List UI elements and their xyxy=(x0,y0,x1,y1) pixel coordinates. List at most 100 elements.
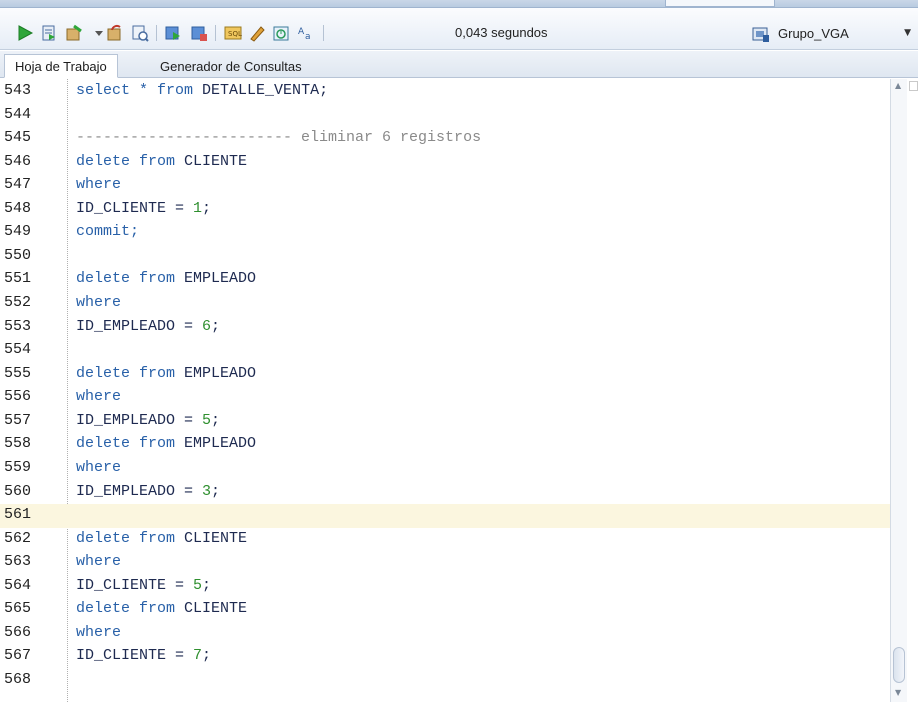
sql-editor[interactable]: 543 select * from DETALLE_VENTA; 544 545 ---… xyxy=(0,79,918,702)
code-token: from xyxy=(139,364,185,382)
code-line[interactable]: 546 delete from CLIENTE xyxy=(0,151,890,175)
dropdown-arrow-icon[interactable] xyxy=(90,24,103,42)
code-line[interactable]: 559 where xyxy=(0,457,890,481)
chevron-down-icon[interactable]: ▼ xyxy=(904,28,911,38)
code-line[interactable]: 556 where xyxy=(0,386,890,410)
scroll-up-arrow-icon[interactable]: ▲ xyxy=(895,81,901,90)
worksheet-toolbar: SQL Aa 0,043 segundos Grupo_VGA ▼ xyxy=(0,8,918,50)
code-line[interactable]: 543 select * from DETALLE_VENTA; xyxy=(0,80,890,104)
code-token: delete xyxy=(76,364,140,382)
line-number: 558 xyxy=(4,435,32,453)
scrollbar-thumb[interactable] xyxy=(893,647,905,683)
code-line[interactable]: 560 ID_EMPLEADO = 3; xyxy=(0,481,890,505)
code-text: delete from CLIENTE xyxy=(76,153,247,170)
code-line[interactable]: 544 xyxy=(0,104,890,128)
code-text: ------------------------ eliminar 6 regi… xyxy=(76,129,481,146)
line-number: 555 xyxy=(4,364,32,382)
explain-plan-icon[interactable] xyxy=(164,24,182,42)
commit-icon[interactable] xyxy=(65,24,83,42)
code-line[interactable]: 548 ID_CLIENTE = 1; xyxy=(0,198,890,222)
code-line[interactable]: 550 xyxy=(0,245,890,269)
code-line[interactable]: 552 where xyxy=(0,292,890,316)
code-token: ; xyxy=(211,482,221,500)
run-statement-icon[interactable] xyxy=(16,24,34,42)
code-line[interactable]: 554 xyxy=(0,339,890,363)
line-number: 560 xyxy=(4,482,32,500)
code-text: delete from EMPLEADO xyxy=(76,270,256,287)
code-line[interactable]: 564 ID_CLIENTE = 5; xyxy=(0,575,890,599)
tab-worksheet[interactable]: Hoja de Trabajo xyxy=(4,54,118,78)
code-token: ; xyxy=(211,411,221,429)
code-line[interactable]: 549 commit; xyxy=(0,221,890,245)
code-token: 5 xyxy=(202,411,212,429)
code-text: delete from EMPLEADO xyxy=(76,435,256,452)
line-number: 565 xyxy=(4,600,32,618)
code-token: 5 xyxy=(193,576,203,594)
connection-select[interactable]: Grupo_VGA ▼ xyxy=(752,21,915,46)
scroll-down-arrow-icon[interactable]: ▼ xyxy=(895,688,901,697)
code-token: ; xyxy=(202,647,212,665)
code-token: 6 xyxy=(202,317,212,335)
code-line[interactable]: 547 where xyxy=(0,174,890,198)
clear-icon[interactable] xyxy=(248,24,266,42)
code-token: where xyxy=(76,458,122,476)
code-line[interactable]: 562 delete from CLIENTE xyxy=(0,528,890,552)
tab-query-builder[interactable]: Generador de Consultas xyxy=(150,54,312,78)
code-text: commit; xyxy=(76,223,139,240)
code-line[interactable]: 565 delete from CLIENTE xyxy=(0,598,890,622)
code-text: where xyxy=(76,553,121,570)
code-token: delete xyxy=(76,600,140,618)
toolbar-separator xyxy=(156,25,157,41)
code-line[interactable]: 545 ------------------------ eliminar 6 r… xyxy=(0,127,890,151)
format-case-icon[interactable]: Aa xyxy=(297,24,315,42)
code-text: where xyxy=(76,624,121,641)
code-line[interactable]: 558 delete from EMPLEADO xyxy=(0,433,890,457)
rollback-icon[interactable] xyxy=(106,24,124,42)
document-tab-active[interactable] xyxy=(665,0,775,7)
toolbar-separator xyxy=(323,25,324,41)
line-number: 550 xyxy=(4,246,32,264)
run-script-icon[interactable] xyxy=(40,24,58,42)
code-token: ID_CLIENTE = xyxy=(76,647,194,665)
overview-marker xyxy=(909,81,918,91)
code-line[interactable]: 555 delete from EMPLEADO xyxy=(0,363,890,387)
autotrace-icon[interactable] xyxy=(131,24,149,42)
code-token: ID_EMPLEADO = xyxy=(76,411,203,429)
code-token: select xyxy=(76,82,140,99)
code-token: from xyxy=(157,82,203,99)
line-number: 559 xyxy=(4,458,32,476)
vertical-scrollbar[interactable]: ▲ ▼ xyxy=(890,79,907,702)
code-line[interactable]: 551 delete from EMPLEADO xyxy=(0,268,890,292)
worksheet-subtabs: Hoja de Trabajo Generador de Consultas xyxy=(0,51,918,78)
code-token: CLIENTE xyxy=(184,529,248,547)
history-icon[interactable] xyxy=(272,24,290,42)
code-token: ; xyxy=(202,576,212,594)
code-token: where xyxy=(76,388,122,406)
unshared-sql-icon[interactable]: SQL xyxy=(224,24,242,42)
code-token: ; xyxy=(211,317,221,335)
code-token: CLIENTE xyxy=(184,600,248,618)
code-text: ID_CLIENTE = 5; xyxy=(76,577,211,594)
code-line[interactable]: 566 where xyxy=(0,622,890,646)
code-token: where xyxy=(76,553,122,571)
code-line[interactable]: 561 xyxy=(0,504,890,528)
connection-label: Grupo_VGA xyxy=(778,26,849,41)
code-text: ID_EMPLEADO = 6; xyxy=(76,318,220,335)
code-token: commit; xyxy=(76,223,140,241)
line-number: 552 xyxy=(4,294,32,312)
code-line[interactable]: 567 ID_CLIENTE = 7; xyxy=(0,645,890,669)
code-line[interactable]: 568 xyxy=(0,669,890,693)
code-token: ID_CLIENTE = xyxy=(76,576,194,594)
line-number: 553 xyxy=(4,317,32,335)
code-token: 3 xyxy=(202,482,212,500)
code-line[interactable]: 557 ID_EMPLEADO = 5; xyxy=(0,410,890,434)
code-line[interactable]: 553 ID_EMPLEADO = 6; xyxy=(0,316,890,340)
line-number: 556 xyxy=(4,388,32,406)
code-text: delete from CLIENTE xyxy=(76,530,247,547)
sql-tuning-icon[interactable] xyxy=(190,24,208,42)
toolbar-separator xyxy=(215,25,216,41)
line-number: 548 xyxy=(4,199,32,217)
code-text: delete from EMPLEADO xyxy=(76,365,256,382)
code-line[interactable]: 563 where xyxy=(0,551,890,575)
code-text: ID_CLIENTE = 1; xyxy=(76,200,211,217)
